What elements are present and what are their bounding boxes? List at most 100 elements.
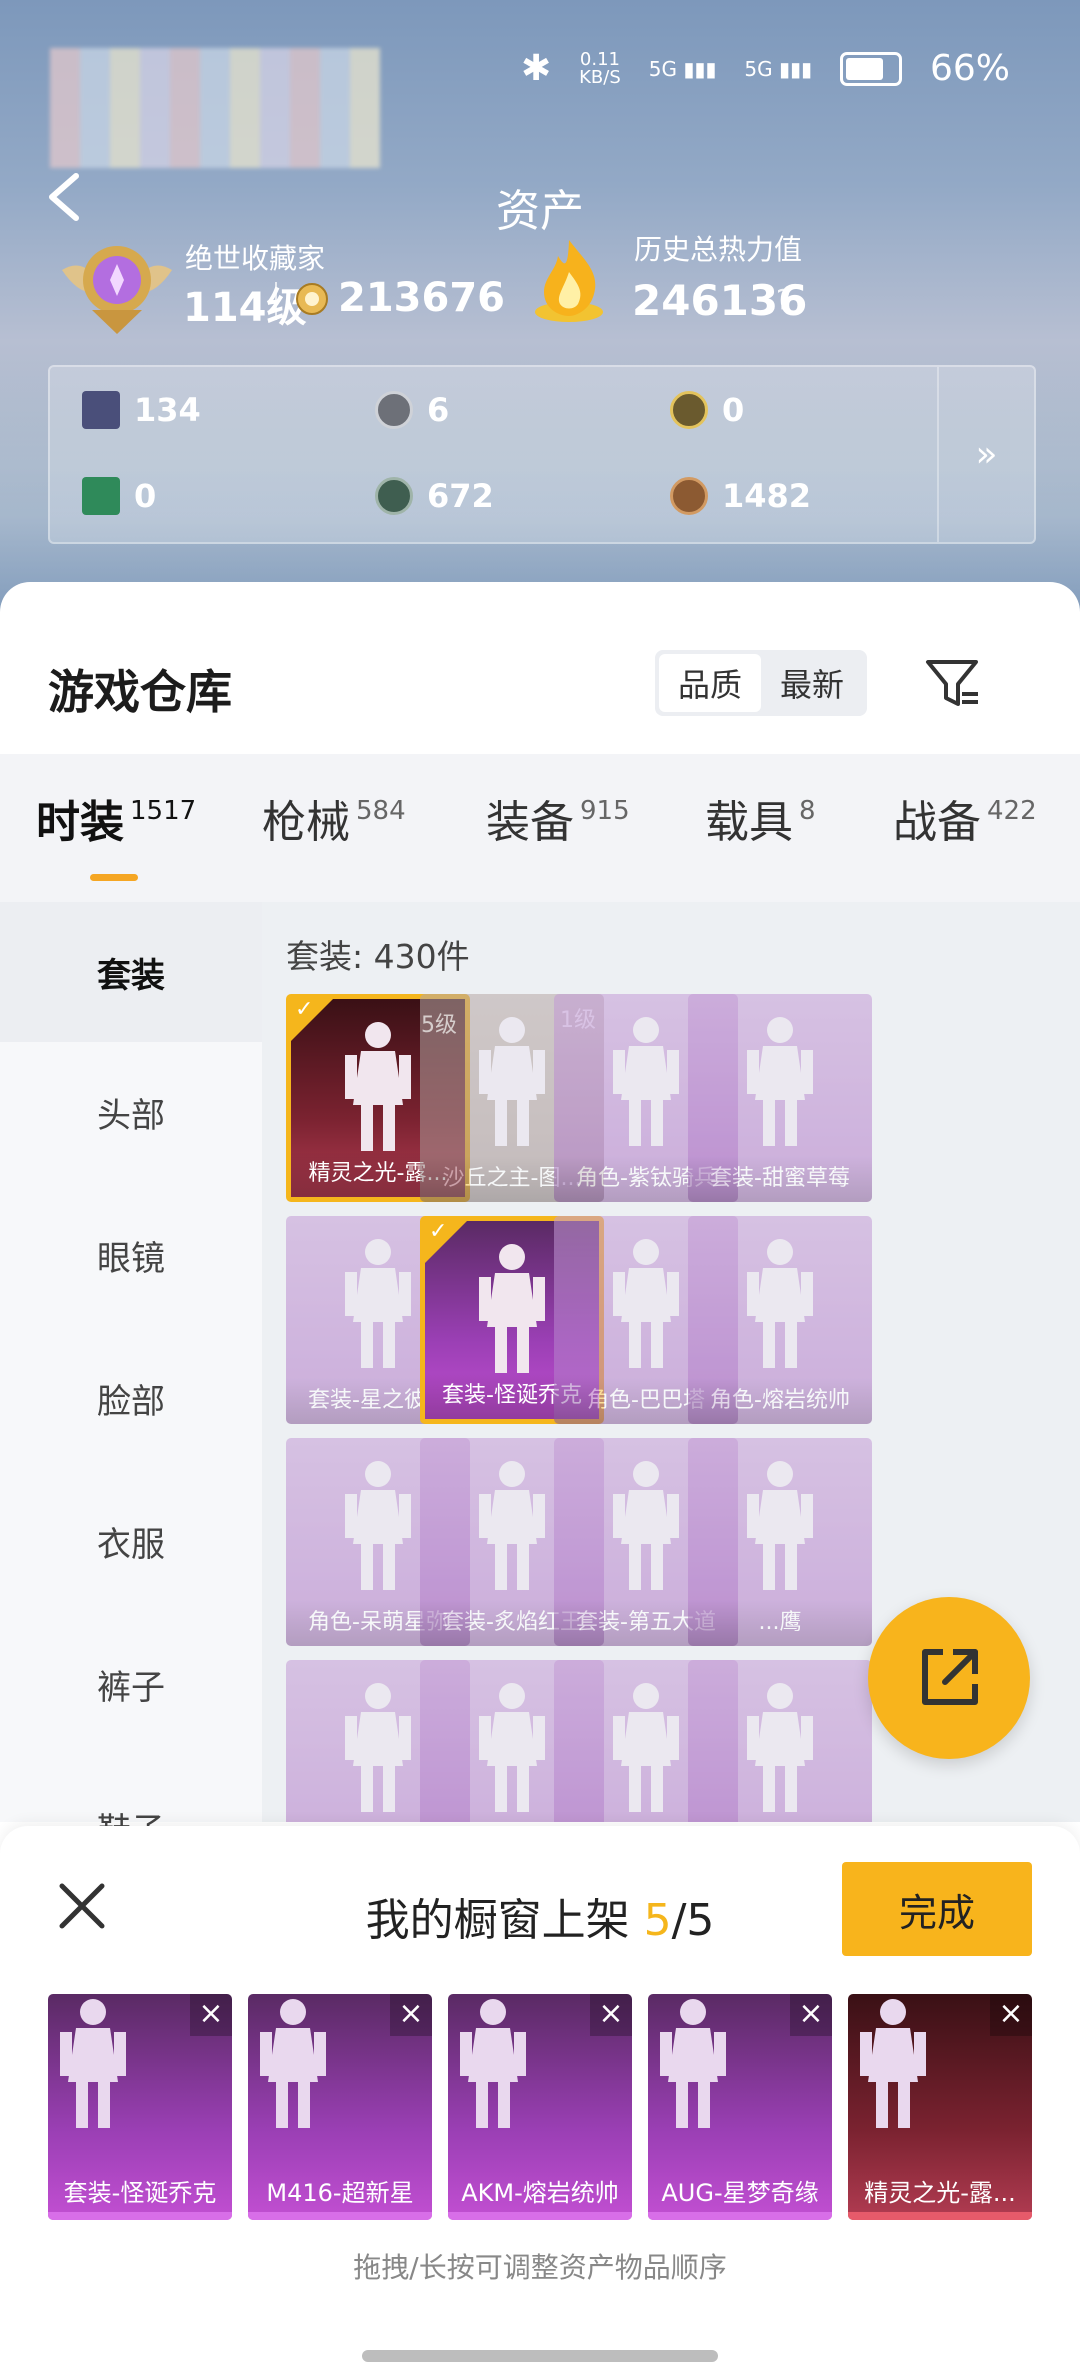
active-tab-indicator (90, 874, 138, 881)
tab-guns[interactable]: 枪械 584 (262, 786, 406, 850)
remove-icon[interactable]: × (790, 1994, 832, 2036)
asset-stats-panel: 134 6 0 0 672 1482 » (48, 365, 1036, 544)
character-figure (479, 1461, 545, 1590)
item-card[interactable]: 角色-熔岩统帅 (688, 1216, 872, 1424)
side-item-suit[interactable]: 套装 (0, 902, 262, 1042)
hero-banner: ✱ 0.11 KB/S 5G ▮▮▮ 5G ▮▮▮ 66% 资产 绝世收藏家 11… (0, 0, 1080, 620)
slot-name: AUG-星梦奇缘 (661, 2179, 819, 2207)
character-figure (747, 1683, 813, 1812)
category-tabs: 时装 1517 枪械 584 装备 915 载具 8 战备 422 (0, 754, 1080, 902)
sort-quality[interactable]: 品质 (659, 654, 761, 712)
selected-check-icon (425, 1221, 467, 1263)
warehouse-title: 游戏仓库 (48, 665, 232, 719)
signal-5g-icon-2: 5G ▮▮▮ (744, 56, 812, 81)
sub-category-sidebar: 套装 头部 眼镜 脸部 衣服 裤子 鞋子 (0, 902, 262, 1851)
character-figure (747, 1017, 813, 1146)
stat-item: 1482 (670, 477, 811, 515)
stat-item: 6 (375, 391, 449, 429)
remove-icon[interactable]: × (190, 1994, 232, 2036)
selected-check-icon (291, 999, 333, 1041)
drag-hint: 拖拽/长按可调整资产物品顺序 (353, 2251, 727, 2284)
battery-icon (839, 51, 902, 86)
stat-item: 672 (375, 477, 494, 515)
shelf-slot[interactable]: × 套装-怪诞乔克 (48, 1994, 232, 2220)
character-figure (345, 1461, 411, 1590)
tab-vehicles[interactable]: 载具 8 (705, 786, 816, 850)
stat-item: 134 (82, 391, 201, 429)
net-speed: 0.11 KB/S (579, 48, 621, 88)
remove-icon[interactable]: × (990, 1994, 1032, 2036)
tab-equipment[interactable]: 装备 915 (486, 786, 630, 850)
collector-badge-icon (62, 246, 172, 334)
more-stats-button[interactable]: » (937, 367, 1034, 542)
status-bar: ✱ 0.11 KB/S 5G ▮▮▮ 5G ▮▮▮ 66% (521, 48, 1010, 89)
stat-item: 0 (82, 477, 156, 515)
filter-icon[interactable] (922, 654, 982, 714)
tab-fashion[interactable]: 时装 1517 (36, 786, 196, 850)
character-figure (479, 1683, 545, 1812)
item-card[interactable] (688, 1660, 872, 1822)
slot-name: 精灵之光-露... (864, 2179, 1016, 2207)
ticket-icon (82, 477, 120, 515)
rarity-bar (48, 2212, 232, 2220)
stat-item: 0 (670, 391, 744, 429)
rarity-bar (248, 2212, 432, 2220)
rarity-bar (648, 2212, 832, 2220)
rarity-bar (848, 2212, 1032, 2220)
signal-5g-icon: 5G ▮▮▮ (648, 56, 717, 81)
flame-icon (535, 240, 603, 322)
showcase-shelf: 我的橱窗上架 5/5 完成 × 套装-怪诞乔克 × M416-超新星 × AKM-熔岩统帅… (0, 1826, 1080, 2377)
character-figure (479, 1017, 545, 1146)
character-figure (613, 1017, 679, 1146)
side-item-clothes[interactable]: 衣服 (0, 1471, 262, 1611)
character-figure (860, 1999, 926, 2128)
character-figure (345, 1239, 411, 1368)
coin-icon (296, 283, 328, 315)
medal-icon (375, 477, 413, 515)
item-card[interactable]: 套装-甜蜜草莓 (688, 994, 872, 1202)
character-figure (660, 1999, 726, 2128)
item-name: ...鹰 (688, 1600, 872, 1646)
character-figure (613, 1239, 679, 1368)
item-card[interactable]: ...鹰 (688, 1438, 872, 1646)
bluetooth-icon: ✱ (520, 48, 552, 89)
character-figure (60, 1999, 126, 2128)
rarity-bar (448, 2212, 632, 2220)
slot-name: AKM-熔岩统帅 (461, 2179, 619, 2207)
item-count: 套装: 430件 (286, 937, 470, 976)
shelf-slot[interactable]: × AUG-星梦奇缘 (648, 1994, 832, 2220)
home-indicator[interactable] (362, 2350, 718, 2362)
player-level: 114级 (183, 285, 307, 331)
shelf-slot[interactable]: × 精灵之光-露... (848, 1994, 1032, 2220)
character-figure (260, 1999, 326, 2128)
side-item-face[interactable]: 脸部 (0, 1328, 262, 1468)
character-figure (345, 1683, 411, 1812)
help-icon[interactable]: ? (776, 283, 791, 316)
blurred-status-area (50, 48, 380, 168)
share-button[interactable] (868, 1597, 1030, 1759)
gold-coin-icon (670, 391, 708, 429)
slot-name: 套装-怪诞乔克 (63, 2179, 217, 2207)
share-icon (922, 1649, 978, 1705)
remove-icon[interactable]: × (390, 1994, 432, 2036)
divider (275, 282, 277, 320)
done-button[interactable]: 完成 (842, 1862, 1032, 1956)
remove-icon[interactable]: × (590, 1994, 632, 2036)
sort-newest[interactable]: 最新 (761, 654, 863, 712)
card-icon (82, 391, 120, 429)
character-figure (747, 1461, 813, 1590)
character-figure (479, 1244, 545, 1373)
item-name: 角色-熔岩统帅 (688, 1378, 872, 1424)
character-figure (747, 1239, 813, 1368)
side-item-head[interactable]: 头部 (0, 1042, 262, 1182)
side-item-glasses[interactable]: 眼镜 (0, 1185, 262, 1325)
heat-label: 历史总热力值 (634, 233, 803, 266)
bronze-coin-icon (670, 477, 708, 515)
shelf-slot[interactable]: × AKM-熔岩统帅 (448, 1994, 632, 2220)
item-name: 套装-甜蜜草莓 (688, 1156, 872, 1202)
side-item-pants[interactable]: 裤子 (0, 1614, 262, 1754)
coin-value: 213676 (338, 275, 505, 321)
tab-supplies[interactable]: 战备 422 (893, 786, 1037, 850)
shelf-slot[interactable]: × M416-超新星 (248, 1994, 432, 2220)
collector-title: 绝世收藏家 (185, 242, 326, 275)
